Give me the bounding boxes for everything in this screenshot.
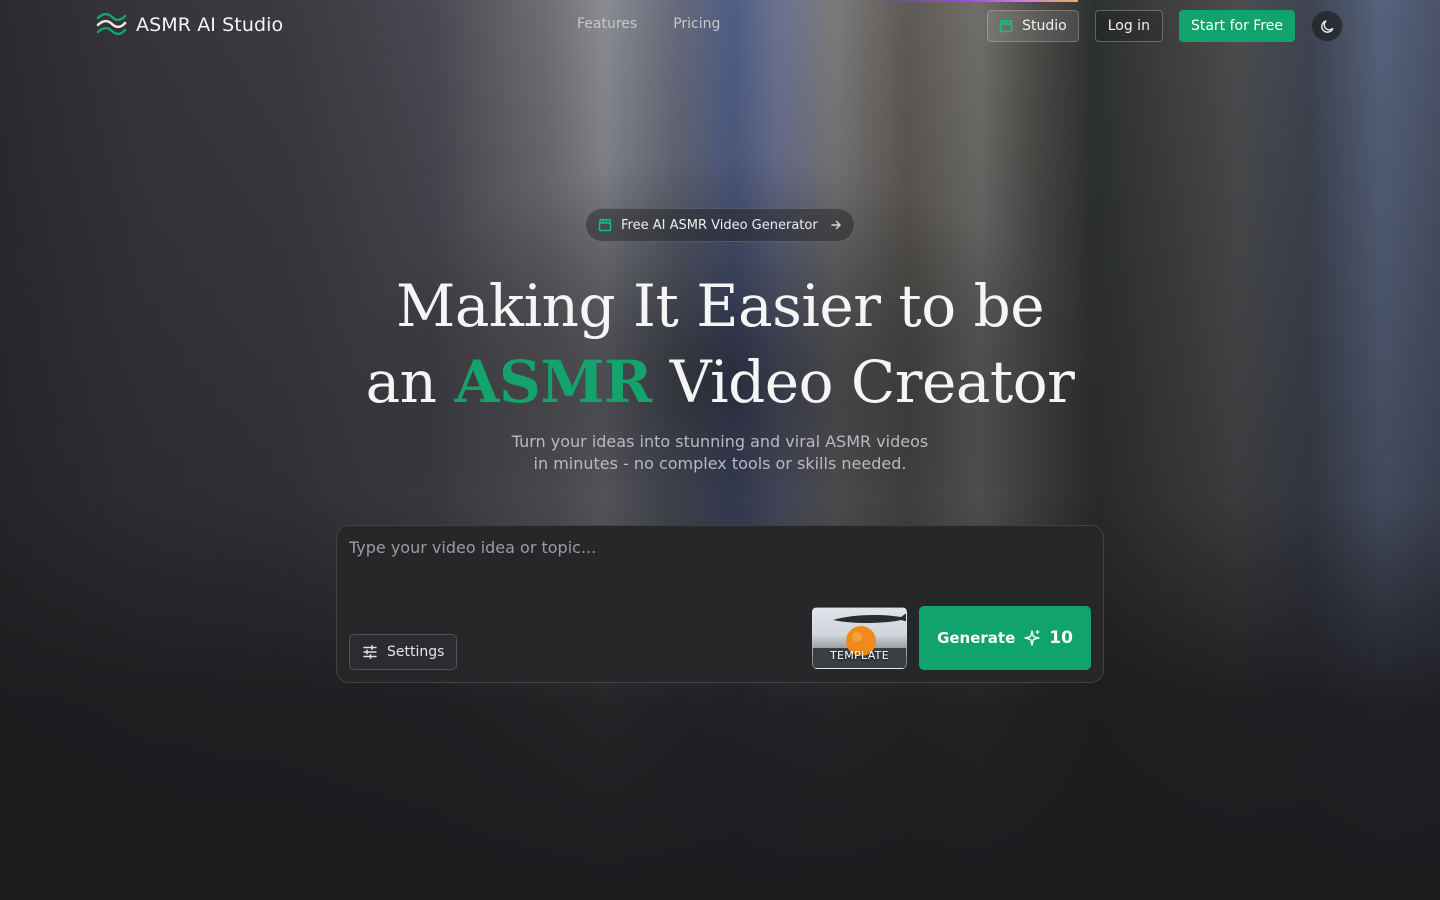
nav-features[interactable]: Features (577, 16, 637, 32)
hero-title-line1: Making It Easier to be (395, 272, 1045, 340)
hero-subtitle-line2: in minutes - no complex tools or skills … (533, 454, 907, 473)
hero-title-line2-pre: an (365, 348, 437, 416)
wave-logo-icon (96, 12, 127, 36)
start-free-button[interactable]: Start for Free (1178, 10, 1295, 42)
prompt-composer: Settings TEMPLATE Generate 10 (336, 525, 1104, 683)
sparkle-icon (1024, 629, 1040, 646)
hero-title-line2-post: Video Creator (669, 348, 1075, 416)
generate-label: Generate (937, 629, 1016, 647)
hero-subtitle-line1: Turn your ideas into stunning and viral … (511, 432, 929, 451)
clapperboard-icon (598, 219, 612, 232)
announcement-badge[interactable]: Free AI ASMR Video Generator (585, 208, 855, 242)
composer-glow-line (880, 0, 1078, 2)
credits-count: 10 (1049, 628, 1073, 648)
nav-pricing[interactable]: Pricing (673, 16, 720, 32)
arrow-right-icon (831, 220, 841, 230)
hero-title: Making It Easier to be an ASMR Video Cre… (0, 268, 1440, 420)
login-button[interactable]: Log in (1094, 10, 1163, 42)
settings-button[interactable]: Settings (349, 634, 458, 670)
theme-toggle-button[interactable] (1311, 10, 1343, 42)
studio-label: Studio (1022, 18, 1067, 34)
header-actions: Studio Log in Start for Free (987, 10, 1343, 42)
video-idea-input[interactable] (349, 538, 1089, 598)
badge-text: Free AI ASMR Video Generator (621, 217, 818, 233)
hero-subtitle: Turn your ideas into stunning and viral … (0, 431, 1440, 475)
site-header: ASMR AI Studio Features Pricing Studio L… (0, 0, 1440, 52)
page: ASMR AI Studio Features Pricing Studio L… (0, 0, 1440, 900)
template-thumbnail[interactable]: TEMPLATE (812, 607, 907, 669)
main-nav: Features Pricing (577, 16, 720, 32)
sliders-icon (363, 645, 377, 659)
clapperboard-icon (999, 20, 1013, 33)
moon-icon (1320, 19, 1333, 33)
settings-label: Settings (387, 644, 445, 660)
brand-name: ASMR AI Studio (136, 14, 284, 36)
template-label: TEMPLATE (830, 649, 889, 662)
brand-logo[interactable]: ASMR AI Studio (96, 12, 283, 38)
studio-button[interactable]: Studio (987, 10, 1079, 42)
hero-title-accent: ASMR (454, 348, 652, 416)
generate-button[interactable]: Generate 10 (919, 606, 1091, 670)
